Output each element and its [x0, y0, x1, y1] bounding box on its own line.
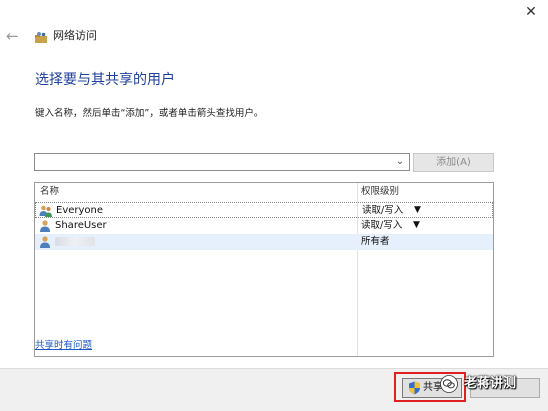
table-row[interactable]: Everyone 读取/写入 ▼: [35, 202, 493, 218]
column-header-permission[interactable]: 权限级别: [361, 183, 399, 200]
back-arrow-icon: ←: [6, 27, 19, 45]
table-row[interactable]: ShareUser 读取/写入 ▼: [35, 218, 493, 234]
column-header-name[interactable]: 名称: [40, 183, 59, 200]
row-user-name: ShareUser: [55, 220, 107, 231]
add-button[interactable]: 添加(A): [413, 153, 494, 172]
close-button[interactable]: ✕: [521, 2, 541, 22]
chevron-down-icon[interactable]: ⌄: [395, 156, 405, 168]
wechat-icon: [440, 375, 458, 393]
wizard-title: 网络访问: [53, 29, 97, 42]
group-users-icon: [39, 205, 52, 217]
permission-dropdown-icon[interactable]: ▼: [413, 218, 420, 233]
instruction-text: 键入名称，然后单击“添加”，或者单击箭头查找用户。: [35, 108, 264, 119]
redacted-user-name: [55, 237, 95, 246]
user-icon: [40, 220, 50, 232]
row-permission: 所有者: [361, 236, 390, 247]
close-icon: ✕: [525, 4, 537, 20]
user-icon: [40, 236, 50, 248]
network-access-icon: [35, 32, 47, 43]
page-heading: 选择要与其共享的用户: [35, 72, 175, 88]
row-user-name: Everyone: [56, 205, 104, 216]
back-button[interactable]: ←: [6, 28, 22, 44]
row-permission: 读取/写入: [361, 220, 403, 231]
table-row[interactable]: 所有者: [35, 234, 493, 250]
title-bar: [0, 0, 548, 24]
permission-dropdown-icon[interactable]: ▼: [414, 203, 421, 218]
watermark-text: 老蒋讲测: [464, 376, 517, 391]
sharing-help-link[interactable]: 共享时有问题: [35, 339, 92, 353]
user-permission-list[interactable]: 名称 权限级别 Everyone 读取/写入 ▼ ShareUser 读取/写入…: [34, 182, 494, 357]
row-permission: 读取/写入: [362, 205, 404, 216]
user-name-combobox[interactable]: ⌄: [34, 153, 410, 171]
watermark: 老蒋讲测: [440, 371, 546, 399]
